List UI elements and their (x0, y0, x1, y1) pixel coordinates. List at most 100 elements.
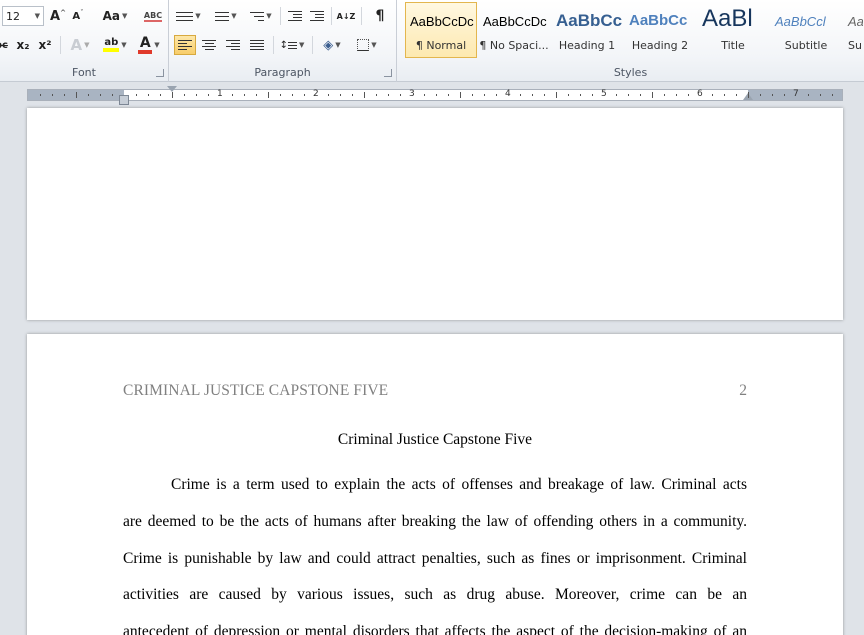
horizontal-ruler[interactable]: 1 2 3 4 5 6 7 (27, 86, 843, 105)
font-size-value: 12 (6, 9, 20, 23)
document-page-1[interactable] (27, 108, 843, 320)
sort-button[interactable]: A↓Z (335, 6, 357, 26)
highlight-button[interactable]: ab ▼ (99, 35, 131, 55)
chevron-down-icon: ▼ (266, 12, 272, 20)
grow-font-button[interactable]: A ^ (49, 6, 67, 26)
ruler-tick (244, 94, 245, 96)
ruler-number: 2 (313, 89, 319, 99)
styles-gallery: AaBbCcDc ¶ Normal AaBbCcDc ¶ No Spaci...… (405, 2, 864, 58)
ruler-tick (304, 94, 305, 96)
ruler-tick (256, 94, 257, 96)
bullets-icon (179, 9, 194, 23)
ruler-tick (352, 94, 353, 96)
clear-formatting-button[interactable]: ABC (143, 6, 163, 26)
style-sample: AaBbCcl (775, 14, 826, 29)
align-center-icon (202, 38, 216, 52)
body-line[interactable]: Crime is a term used to explain the acts… (123, 467, 747, 504)
numbering-button[interactable]: ▼ (211, 6, 241, 26)
style-subtle[interactable]: AaBl Subt (843, 2, 864, 58)
subscript-icon: x₂ (16, 38, 30, 52)
line-spacing-lines-icon (288, 38, 297, 52)
paragraph-group-label: Paragraph (254, 66, 311, 79)
hanging-indent-marker-icon[interactable] (119, 95, 129, 105)
body-line[interactable]: are deemed to be the acts of humans afte… (123, 504, 747, 541)
ruler-tick (340, 94, 341, 96)
borders-button[interactable]: ▼ (352, 35, 382, 55)
change-case-button[interactable]: Aa ▼ (101, 6, 129, 26)
align-center-button[interactable] (198, 35, 220, 55)
page-number[interactable]: 2 (739, 382, 747, 400)
divider (331, 7, 332, 25)
show-formatting-button[interactable]: ¶ (370, 6, 390, 26)
style-label: ¶ No Spaci... (479, 39, 549, 52)
grow-font-icon: A (50, 8, 61, 24)
shading-button[interactable]: ◈ ▼ (317, 35, 347, 55)
numbering-icon (215, 9, 230, 23)
ruler-tick (580, 94, 581, 96)
ruler-tick (652, 92, 653, 98)
ruler-number: 1 (217, 89, 223, 99)
align-right-button[interactable] (222, 35, 244, 55)
line-spacing-button[interactable]: ↕ ▼ (277, 35, 307, 55)
clear-formatting-icon: ABC (143, 10, 163, 22)
font-color-label: A (139, 35, 151, 51)
superscript-button[interactable]: x² (36, 35, 54, 55)
body-line[interactable]: Crime is punishable by law and could att… (123, 541, 747, 578)
body-line[interactable]: antecedent of depression or mental disor… (123, 614, 747, 635)
style-sample: AaBl (702, 5, 753, 32)
ruler-tick (532, 94, 533, 96)
shrink-font-button[interactable]: Aˇ (70, 6, 86, 26)
document-title[interactable]: Criminal Justice Capstone Five (27, 431, 843, 449)
running-head[interactable]: CRIMINAL JUSTICE CAPSTONE FIVE (123, 382, 388, 400)
strikethrough-button[interactable]: abc (0, 35, 10, 55)
ruler-tick (808, 94, 809, 96)
increase-indent-button[interactable] (307, 6, 327, 26)
ruler-tick (460, 92, 461, 98)
ruler-tick (592, 94, 593, 96)
font-size-select[interactable]: 12 ▼ (2, 6, 44, 26)
divider (280, 7, 281, 25)
chevron-down-icon: ▼ (84, 41, 90, 49)
bullets-button[interactable]: ▼ (175, 6, 205, 26)
caret-down-small-icon: ˇ (80, 8, 84, 17)
ruler-tick (436, 94, 437, 96)
multilevel-list-button[interactable]: ▼ (246, 6, 276, 26)
document-body[interactable]: Crime is a term used to explain the acts… (123, 467, 747, 635)
justify-button[interactable] (246, 35, 268, 55)
ruler-tick (628, 94, 629, 96)
ruler-number: 3 (409, 89, 415, 99)
decrease-indent-button[interactable] (285, 6, 305, 26)
ruler-tick (112, 94, 113, 96)
style-subtitle[interactable]: AaBbCcl Subtitle (770, 2, 842, 58)
align-left-button[interactable] (174, 35, 196, 55)
style-no-spacing[interactable]: AaBbCcDc ¶ No Spaci... (478, 2, 550, 58)
ruler-tick (820, 94, 821, 96)
font-group: 12 ▼ A^ Aˇ Aa▼ ABC abc x₂ x² A▼ ab (0, 0, 169, 82)
style-heading-1[interactable]: AaBbCc Heading 1 (551, 2, 623, 58)
ruler-tick (484, 94, 485, 96)
body-line[interactable]: activities are caused by various issues,… (123, 577, 747, 614)
divider (312, 36, 313, 54)
style-title[interactable]: AaBl Title (697, 2, 769, 58)
style-normal[interactable]: AaBbCcDc ¶ Normal (405, 2, 477, 58)
chevron-down-icon: ▼ (335, 41, 341, 49)
paragraph-group: ▼ ▼ ▼ A↓Z ¶ ↕ ▼ ◈ ▼ ▼ Paragraph (169, 0, 397, 82)
pilcrow-icon: ¶ (375, 8, 385, 24)
ruler-tick (88, 94, 89, 96)
style-heading-2[interactable]: AaBbCc Heading 2 (624, 2, 696, 58)
strikethrough-icon: abc (0, 39, 8, 51)
ruler-tick (448, 94, 449, 96)
font-color-button[interactable]: A ▼ (134, 35, 164, 55)
ruler-tick (172, 92, 173, 98)
ruler-number: 6 (697, 89, 703, 99)
increase-indent-icon (310, 9, 324, 23)
style-label: Subtitle (784, 39, 828, 52)
text-effects-button[interactable]: A ▼ (66, 35, 94, 55)
ruler-tick (472, 94, 473, 96)
subscript-button[interactable]: x₂ (14, 35, 32, 55)
paragraph-dialog-launcher-icon[interactable] (384, 69, 392, 77)
ruler-tick (76, 92, 77, 98)
document-page-2[interactable]: CRIMINAL JUSTICE CAPSTONE FIVE 2 Crimina… (27, 334, 843, 635)
ruler-tick (100, 94, 101, 96)
font-dialog-launcher-icon[interactable] (156, 69, 164, 77)
